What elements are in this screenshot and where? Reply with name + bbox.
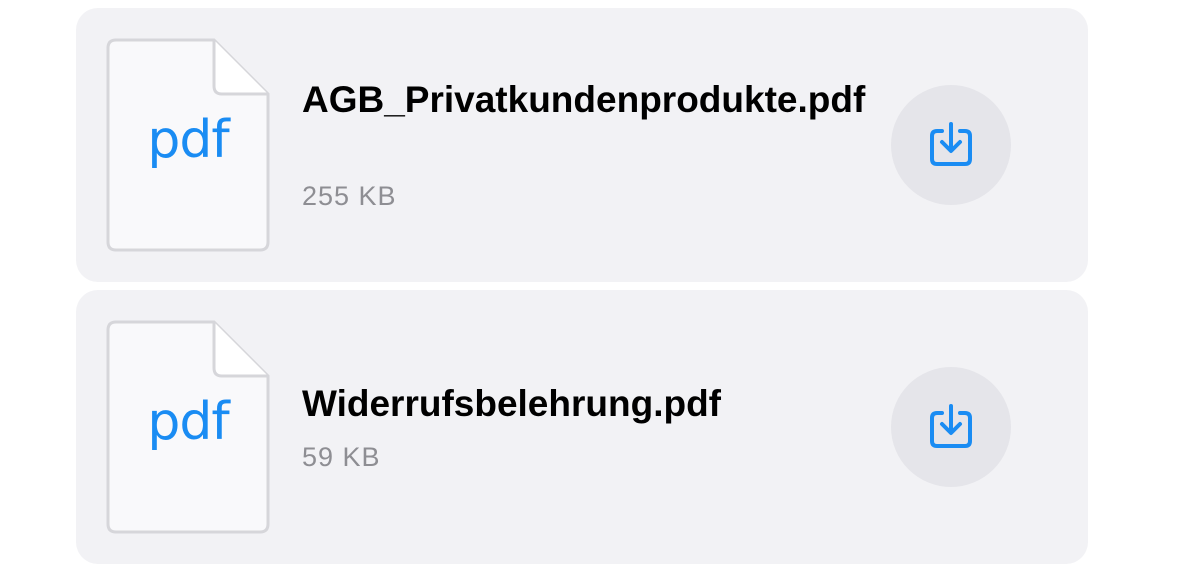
file-type-label: pdf: [147, 392, 229, 452]
file-name: AGB_Privatkundenprodukte.pdf: [302, 79, 866, 120]
download-button[interactable]: [891, 367, 1011, 487]
file-size: 59 KB: [302, 442, 381, 472]
attachment-row[interactable]: pdf Widerrufsbelehrung.pdf 59 KB: [76, 290, 1088, 564]
file-size: 255 KB: [302, 181, 397, 211]
download-button[interactable]: [891, 85, 1011, 205]
file-name: Widerrufsbelehrung.pdf: [302, 383, 721, 424]
download-icon: [928, 122, 974, 168]
attachment-row[interactable]: pdf AGB_Privatkundenprodukte.pdf 255 KB: [76, 8, 1088, 282]
file-type-label: pdf: [147, 110, 229, 170]
pdf-file-icon: pdf: [106, 320, 270, 534]
pdf-file-icon: pdf: [106, 38, 270, 252]
attachment-list: pdf AGB_Privatkundenprodukte.pdf 255 KB …: [0, 0, 1179, 570]
download-icon: [928, 404, 974, 450]
